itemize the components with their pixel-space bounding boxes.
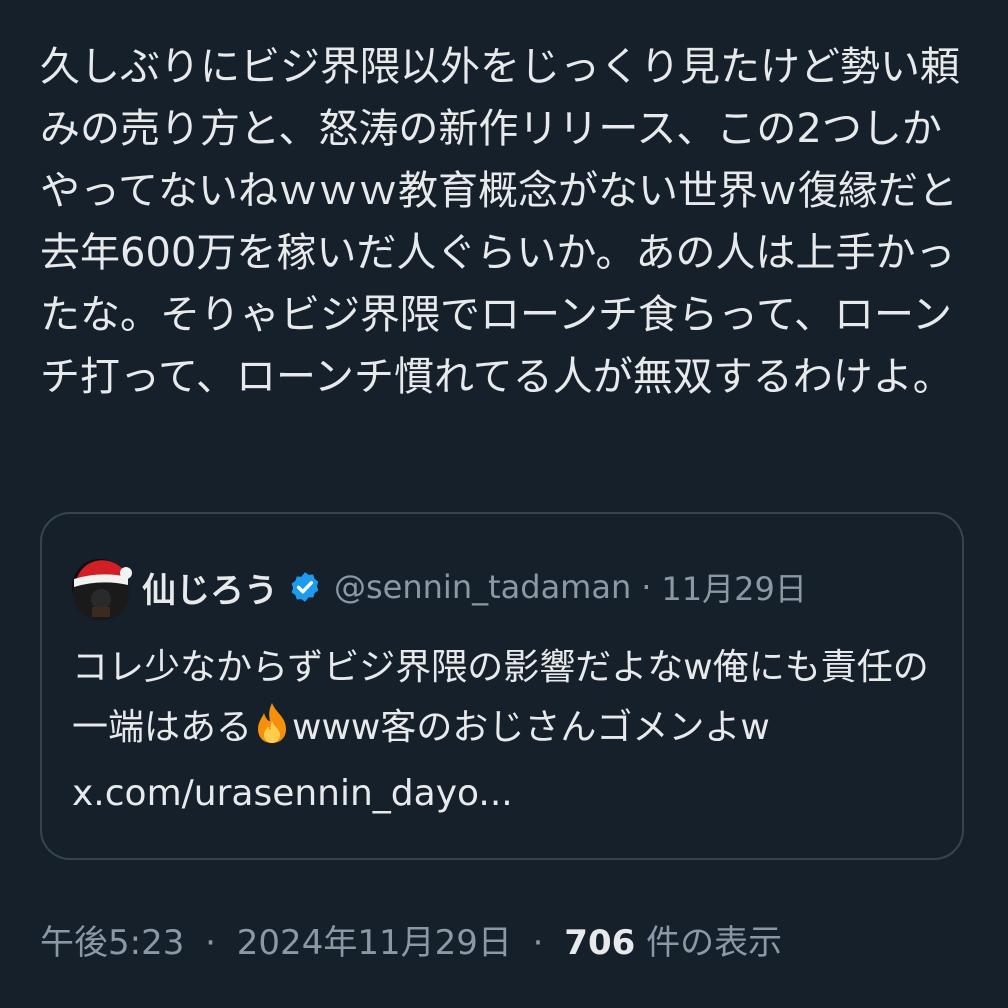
fire-icon [252, 701, 292, 764]
quote-author-name[interactable]: 仙じろう [142, 563, 278, 612]
verified-badge-icon [288, 570, 322, 604]
tweet-meta: 午後5:23 · 2024年11月29日 · 706 件の表示 [40, 915, 782, 964]
quote-date[interactable]: 11月29日 [661, 564, 806, 610]
quote-text-part2: www客のおじさんゴメンよw [292, 707, 770, 748]
quote-text: コレ少なからずビジ界隈の影響だよなw俺にも責任の一端はある www客のおじさんゴ… [72, 638, 942, 824]
meta-separator-2: · [532, 923, 544, 963]
views-label: 件の表示 [646, 923, 783, 963]
tweet-text: 久しぶりにビジ界隈以外をじっくり見たけど勢い頼みの売り方と、怒涛の新作リリース、… [40, 44, 960, 400]
tweet-time[interactable]: 午後5:23 [40, 923, 184, 963]
meta-separator: · [205, 923, 216, 963]
quote-link[interactable]: x.com/urasennin_dayo... [72, 764, 942, 824]
views-count[interactable]: 706 [564, 923, 635, 963]
quote-separator: · [641, 568, 652, 606]
quoted-tweet-card[interactable]: 仙じろう @sennin_tadaman · 11月29日 コレ少なからずビジ界… [40, 512, 964, 860]
avatar[interactable] [72, 559, 132, 621]
quote-author-handle[interactable]: @sennin_tadaman [334, 568, 631, 606]
quote-header: 仙じろう @sennin_tadaman · 11月29日 [72, 552, 807, 622]
tweet-date[interactable]: 2024年11月29日 [237, 923, 512, 963]
santa-hat-avatar-icon [73, 560, 132, 621]
